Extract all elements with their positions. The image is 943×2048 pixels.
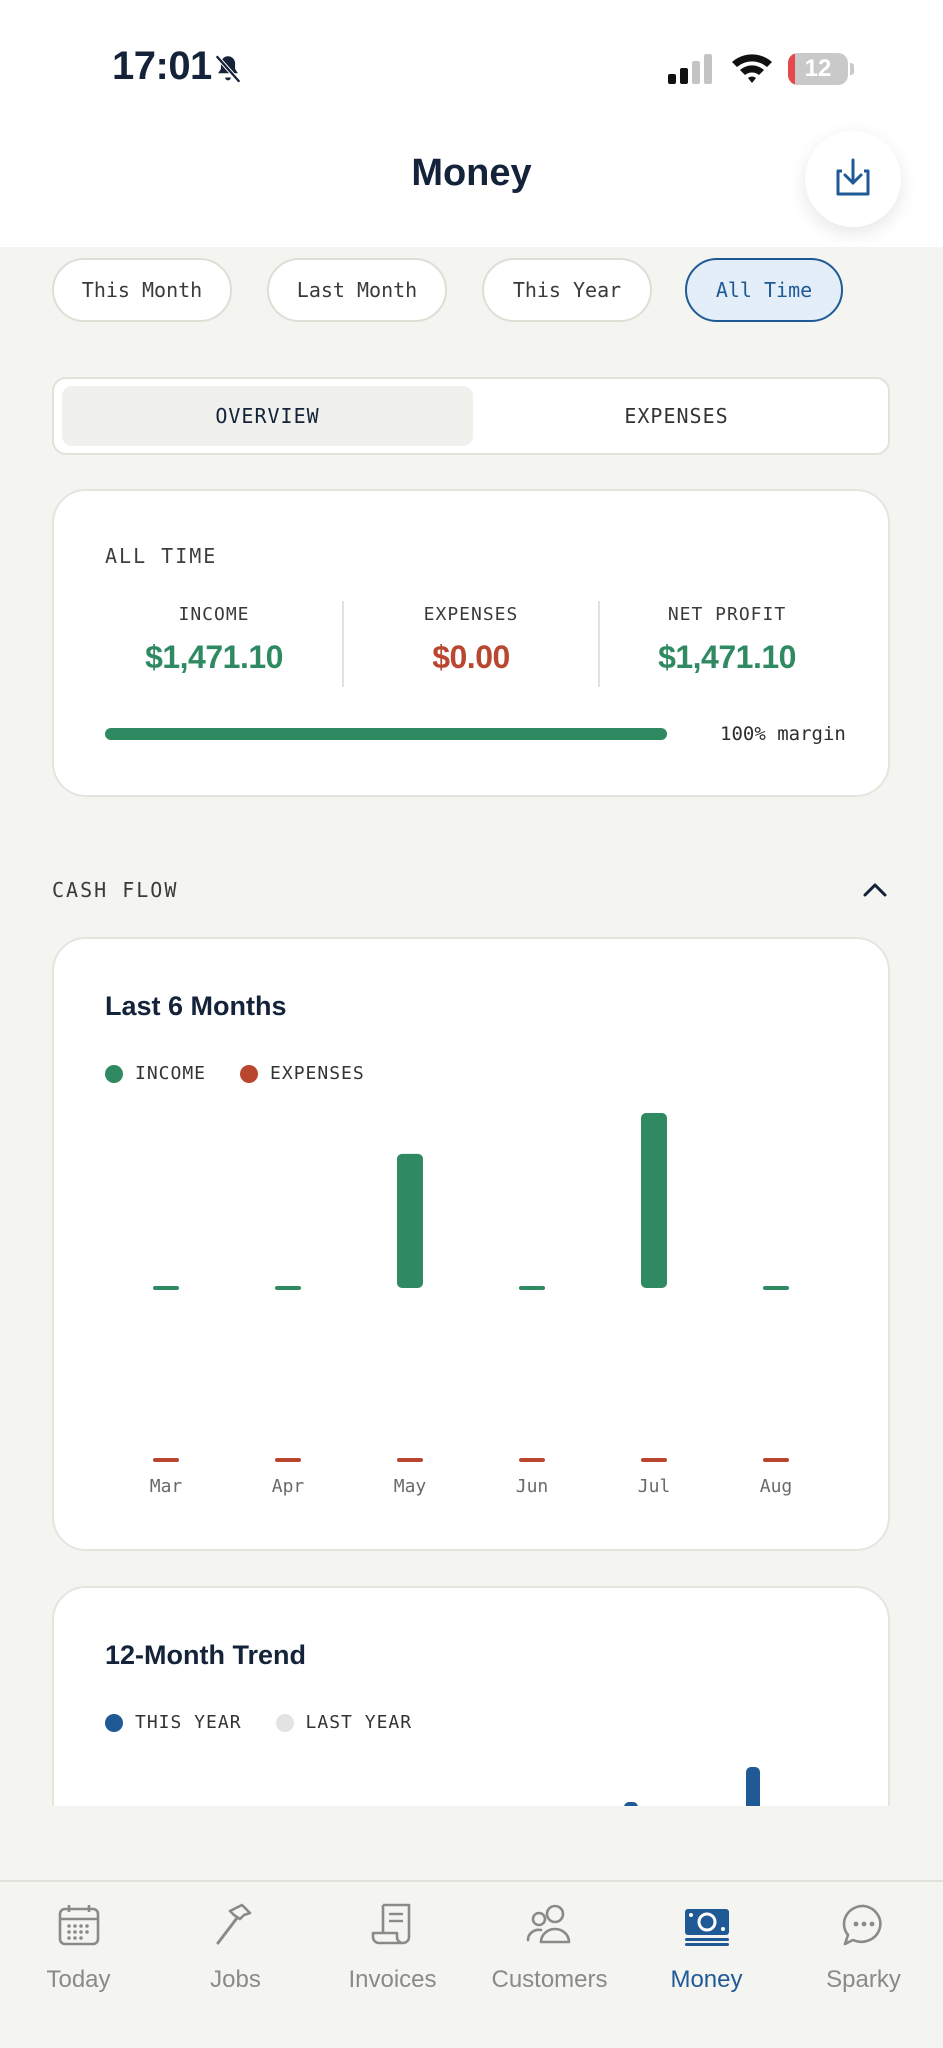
chevron-up-icon[interactable] — [860, 875, 890, 910]
money-icon — [628, 1896, 785, 1954]
income-legend-dot — [105, 1064, 123, 1083]
filter-all-time[interactable]: All Time — [685, 258, 843, 322]
x-axis-label: May — [394, 1476, 427, 1497]
tab-today[interactable]: Today — [0, 1896, 157, 1994]
trend-chart-card — [52, 1586, 890, 1806]
x-axis-label: Jun — [516, 1476, 549, 1497]
view-switcher: OVERVIEW EXPENSES — [52, 377, 890, 455]
income-value: $1,471.10 — [145, 639, 283, 675]
calendar-icon — [0, 1896, 157, 1954]
tab-label: Customers — [491, 1966, 608, 1993]
expenses-bar-apr — [275, 1458, 301, 1462]
chat-icon — [785, 1896, 942, 1954]
download-button[interactable] — [805, 131, 901, 227]
top-bar: 17:01 12 Money — [0, 0, 943, 247]
x-axis-label: Jul — [638, 1476, 671, 1497]
receipt-icon — [314, 1896, 471, 1954]
margin-progress-bar — [105, 728, 667, 740]
tab-label: Invoices — [348, 1966, 437, 1993]
trend-chart-title: 12-Month Trend — [105, 1640, 306, 1670]
wifi-icon — [730, 50, 774, 89]
divider — [342, 601, 344, 687]
battery-level: 12 — [804, 55, 832, 82]
chart-title: Last 6 Months — [105, 991, 287, 1021]
trend-bar — [746, 1767, 760, 1806]
trend-legend: THIS YEAR LAST YEAR — [105, 1712, 412, 1733]
expenses-bar-aug — [763, 1458, 789, 1462]
tab-label: Today — [46, 1966, 111, 1993]
expenses-bar-jul — [641, 1458, 667, 1462]
x-axis-label: Aug — [760, 1476, 793, 1497]
expenses-stat: EXPENSES $0.00 — [346, 604, 596, 676]
divider — [598, 601, 600, 687]
tab-invoices[interactable]: Invoices — [314, 1896, 471, 1994]
tab-sparky[interactable]: Sparky — [785, 1896, 942, 1994]
legend-income: INCOME — [135, 1063, 207, 1084]
trend-card-viewport: 12-Month Trend THIS YEAR LAST YEAR — [0, 1586, 943, 1806]
tab-overview[interactable]: OVERVIEW — [62, 386, 473, 446]
legend-expenses: EXPENSES — [270, 1063, 365, 1084]
income-bar-may — [397, 1153, 423, 1288]
chart-legend: INCOME EXPENSES — [105, 1063, 365, 1084]
filter-last-month[interactable]: Last Month — [267, 258, 447, 322]
tab-expenses[interactable]: EXPENSES — [471, 386, 882, 446]
bell-muted-icon — [211, 52, 245, 91]
battery-icon: 12 — [788, 53, 848, 85]
expenses-bar-mar — [153, 1458, 179, 1462]
content-fade — [0, 1806, 943, 1880]
expenses-bar-may — [397, 1458, 423, 1462]
tab-label: Jobs — [210, 1966, 261, 1993]
income-bar-mar — [153, 1286, 179, 1290]
tab-customers[interactable]: Customers — [471, 1896, 628, 1994]
margin-text: 100% margin — [720, 723, 846, 745]
filter-this-year[interactable]: This Year — [482, 258, 652, 322]
status-time: 17:01 — [112, 44, 212, 88]
page-title: Money — [411, 152, 532, 194]
cash-flow-bar-chart: Mar Apr May Jun Jul Aug — [150, 1113, 793, 1497]
profit-label: NET PROFIT — [667, 604, 787, 625]
filter-this-month[interactable]: This Month — [52, 258, 232, 322]
income-bar-aug — [763, 1286, 789, 1290]
income-bar-jul — [641, 1113, 667, 1288]
this-year-legend-dot — [105, 1713, 123, 1732]
profit-value: $1,471.10 — [658, 639, 796, 675]
hammer-icon — [157, 1896, 314, 1954]
tab-label: Sparky — [826, 1966, 901, 1993]
income-stat: INCOME $1,471.10 — [89, 604, 339, 676]
x-axis-label: Mar — [150, 1476, 183, 1497]
expenses-value: $0.00 — [432, 639, 510, 675]
legend-last-year: LAST YEAR — [305, 1712, 413, 1733]
summary-period: ALL TIME — [105, 544, 218, 568]
bottom-tab-bar: Today Jobs Invoices Customers Money Spar… — [0, 1880, 943, 2048]
tab-money[interactable]: Money — [628, 1896, 785, 1994]
income-label: INCOME — [178, 604, 250, 625]
x-axis-label: Apr — [272, 1476, 305, 1497]
battery-nub — [850, 63, 854, 75]
download-icon — [834, 157, 872, 202]
income-bar-jun — [519, 1286, 545, 1290]
income-bar-apr — [275, 1286, 301, 1290]
tab-jobs[interactable]: Jobs — [157, 1896, 314, 1994]
last-year-legend-dot — [275, 1713, 294, 1732]
profit-stat: NET PROFIT $1,471.10 — [602, 604, 852, 676]
margin-progress-fill — [105, 728, 667, 740]
legend-this-year: THIS YEAR — [135, 1712, 242, 1733]
cash-flow-heading: CASH FLOW — [52, 878, 179, 902]
people-icon — [471, 1896, 628, 1954]
expenses-legend-dot — [240, 1064, 259, 1083]
expenses-label: EXPENSES — [423, 604, 519, 625]
expenses-bar-jun — [519, 1458, 545, 1462]
tab-label: Money — [670, 1966, 743, 1993]
cellular-signal-icon — [668, 54, 716, 89]
